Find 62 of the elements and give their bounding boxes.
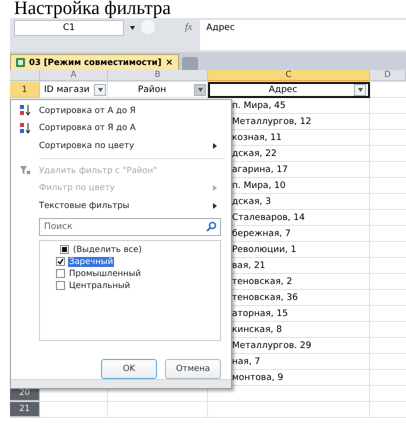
column-header[interactable]: C [208, 70, 370, 81]
tab-label: 03 [Режим совместимости] [29, 58, 162, 68]
menu-item[interactable]: Сортировка по цвету [11, 137, 231, 155]
menu-item[interactable]: Сортировка от Я до А [11, 120, 231, 138]
ok-button[interactable]: OK [101, 358, 157, 379]
row-number[interactable]: 1 [10, 82, 40, 98]
checkbox[interactable] [56, 281, 65, 290]
search-icon[interactable] [206, 220, 217, 232]
name-box[interactable]: C1 [14, 20, 124, 36]
table-cell-text: дская, 22 [231, 148, 278, 160]
column-header[interactable]: B [108, 70, 208, 81]
dropdown-arrow-icon [358, 88, 362, 92]
dropdown-arrow-icon [198, 88, 202, 92]
table-cell-text: вая, 21 [231, 260, 266, 272]
filter-value[interactable]: Заречный [68, 256, 114, 267]
filter-button[interactable] [194, 84, 206, 96]
table-cell-text: агарина, 17 [231, 164, 289, 176]
clear-filter-icon [20, 165, 30, 176]
sort-descending-icon [20, 122, 30, 134]
checkbox[interactable] [56, 257, 65, 266]
page-title: Настройка фильтра [13, 0, 172, 18]
spreadsheet-icon [16, 58, 25, 67]
sort-ascending-icon [20, 105, 30, 116]
header-cell: Район [108, 82, 208, 98]
search-field[interactable]: Поиск [39, 218, 221, 236]
column-header[interactable]: D [370, 70, 406, 81]
cancel-button[interactable]: Отмена [165, 358, 221, 379]
formula-field[interactable]: Адрес [200, 20, 406, 50]
table-cell-text: ная, 7 [231, 356, 262, 368]
filter-value[interactable]: Промышленный [68, 268, 142, 279]
function-label[interactable]: fx [185, 22, 192, 33]
table-cell-text: бережная, 7 [231, 228, 292, 240]
table-cell-text: Металлургов, 12 [231, 116, 312, 128]
document-tab[interactable]: 03 [Режим совместимости] × [10, 54, 180, 70]
header-cell: Адрес [208, 82, 370, 98]
close-icon[interactable]: × [165, 58, 174, 68]
filter-value[interactable]: Центральный [68, 280, 132, 291]
table-cell-text: п. Мира, 10 [231, 180, 287, 192]
dropdown-arrow-icon [98, 88, 102, 92]
caret-icon[interactable] [130, 26, 135, 30]
table-cell-text: аторная, 15 [231, 308, 289, 320]
table-cell-text: дская, 3 [231, 196, 272, 208]
filter-button[interactable] [94, 84, 106, 96]
table-cell-text: монтова, 9 [231, 372, 284, 384]
checkbox[interactable] [56, 269, 65, 278]
table-cell-text: п. Мира, 45 [231, 100, 287, 112]
table-cell-text: кинская, 8 [231, 324, 283, 336]
column-header[interactable]: A [40, 70, 108, 81]
table-cell-text: теновская, 36 [231, 292, 299, 304]
filter-value[interactable]: (Выделить все) [72, 244, 143, 255]
row-number[interactable]: 21 [10, 402, 40, 417]
table-cell-text: Сталеваров, 14 [231, 212, 306, 224]
table-cell-text: Революции, 1 [231, 244, 298, 256]
resize-grip[interactable] [11, 378, 231, 388]
table-cell-text: теновская, 2 [231, 276, 294, 288]
header-cell: ID магази [40, 82, 108, 98]
filter-button[interactable] [354, 84, 366, 96]
menu-item[interactable]: Сортировка от А до Я [11, 102, 231, 120]
table-cell-text: козная, 11 [231, 132, 283, 144]
menu-item[interactable]: Текстовые фильтры [11, 197, 231, 215]
table-cell-text: Металлургов. 29 [231, 340, 312, 352]
checkbox[interactable] [60, 245, 69, 254]
